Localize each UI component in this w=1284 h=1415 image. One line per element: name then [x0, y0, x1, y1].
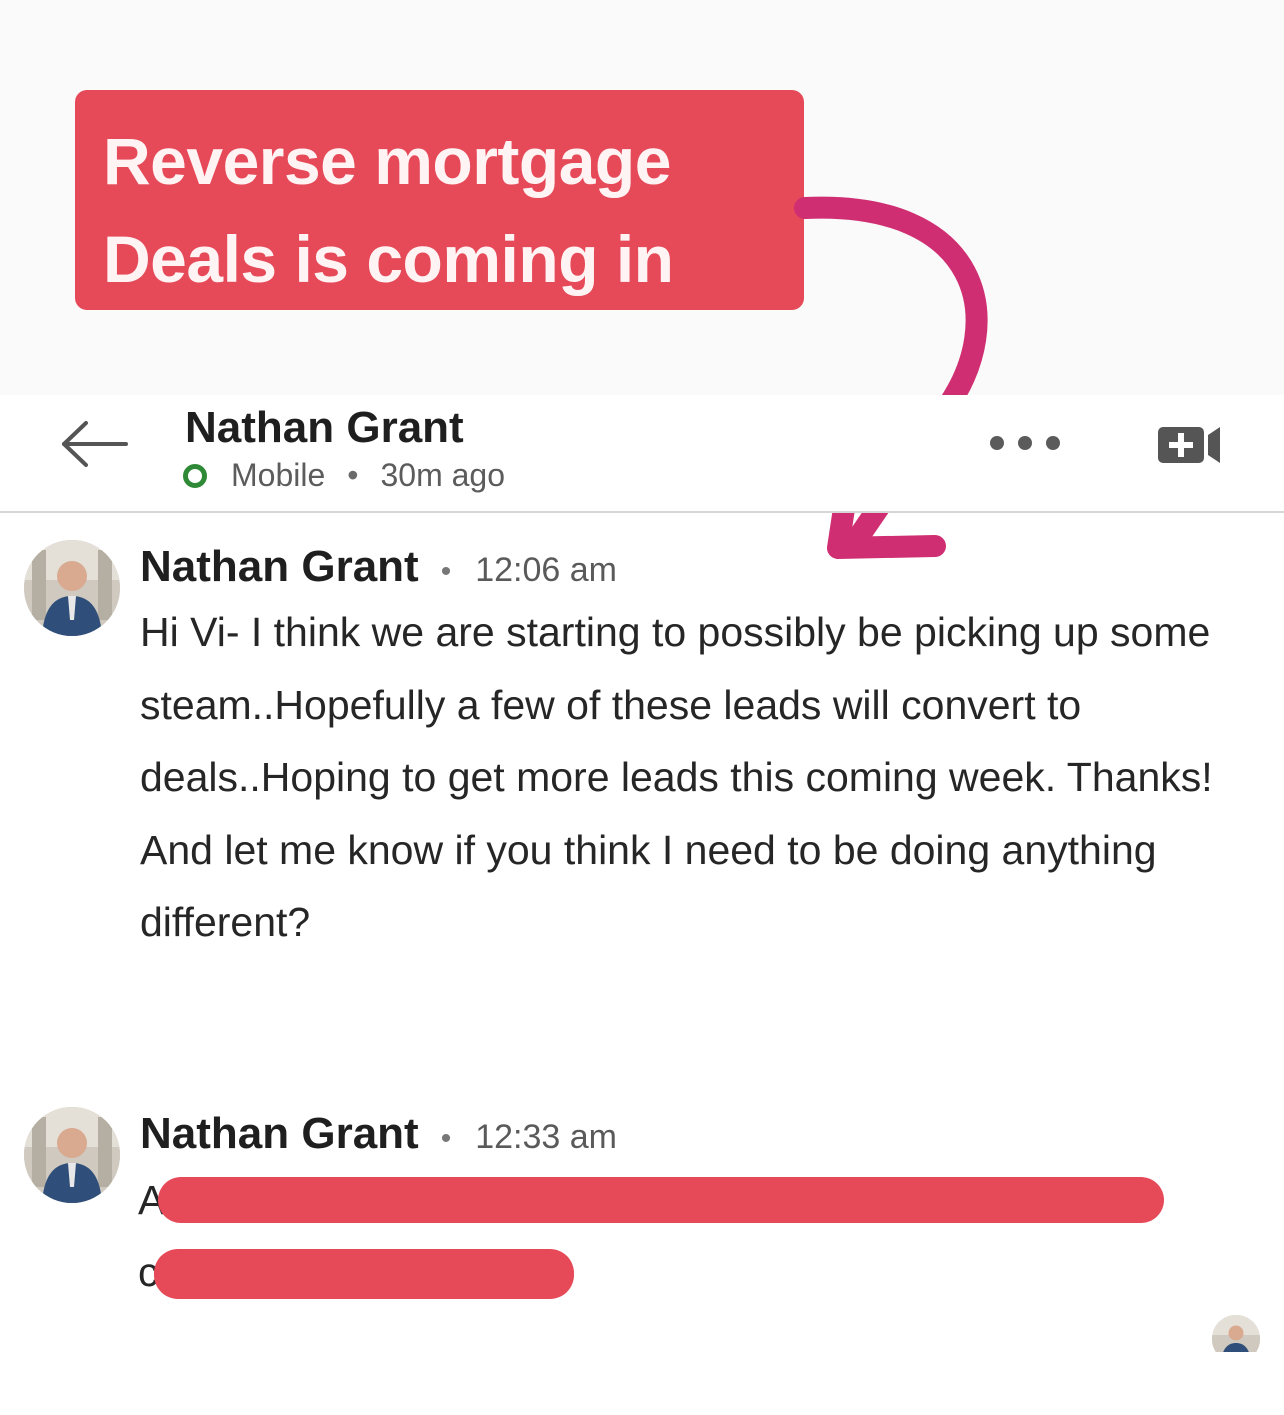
contact-name[interactable]: Nathan Grant [185, 403, 464, 453]
bottom-area [0, 1352, 1284, 1415]
video-call-icon[interactable] [1156, 423, 1224, 467]
online-status-icon [183, 463, 207, 488]
redaction-mark [154, 1249, 574, 1299]
redaction-mark [158, 1177, 1164, 1223]
message-time: 12:33 am [475, 1118, 617, 1156]
banner-line-1: Reverse mortgage [103, 124, 671, 198]
presence-info: Mobile • 30m ago [183, 457, 505, 494]
avatar[interactable] [24, 540, 120, 636]
avatar[interactable] [24, 1107, 120, 1203]
separator-dot: • [440, 1122, 452, 1155]
conversation-header: Nathan Grant Mobile • 30m ago [0, 395, 1284, 513]
sender-name[interactable]: Nathan Grant [140, 1109, 419, 1159]
more-options-icon[interactable] [990, 431, 1060, 455]
presence-status: Mobile [231, 457, 326, 493]
banner-line-2: Deals is coming in [103, 222, 674, 296]
message-time: 12:06 am [475, 551, 617, 589]
back-arrow-icon[interactable] [58, 419, 130, 469]
message-text: Hi Vi- I think we are starting to possib… [140, 609, 1213, 945]
separator-dot: • [440, 555, 452, 588]
sender-name[interactable]: Nathan Grant [140, 542, 419, 592]
separator-dot: • [347, 457, 359, 493]
annotation-banner: Reverse mortgage Deals is coming in [75, 90, 804, 310]
message-meta: Nathan Grant • 12:33 am [140, 1109, 617, 1159]
message-meta: Nathan Grant • 12:06 am [140, 542, 617, 592]
last-seen: 30m ago [380, 457, 505, 493]
